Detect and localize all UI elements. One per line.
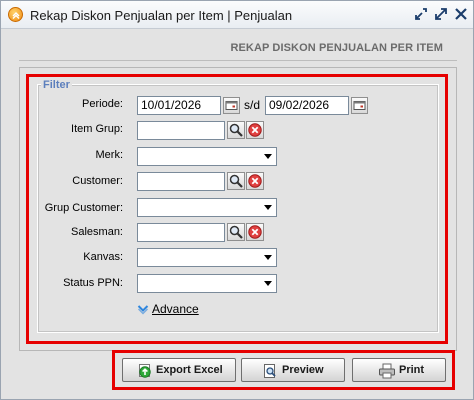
window-title: Rekap Diskon Penjualan per Item | Penjua… — [30, 8, 293, 23]
report-header: REKAP DISKON PENJUALAN PER ITEM — [230, 42, 443, 54]
close-icon[interactable] — [453, 6, 469, 22]
minimize-icon[interactable] — [413, 6, 429, 22]
buttons-highlight-box — [112, 350, 455, 390]
app-icon — [8, 7, 23, 22]
filter-highlight-box — [26, 74, 448, 344]
title-bar[interactable]: Rekap Diskon Penjualan per Item | Penjua… — [1, 1, 473, 29]
maximize-icon[interactable] — [433, 6, 449, 22]
report-window: Rekap Diskon Penjualan per Item | Penjua… — [0, 0, 474, 400]
header-divider — [19, 60, 457, 61]
